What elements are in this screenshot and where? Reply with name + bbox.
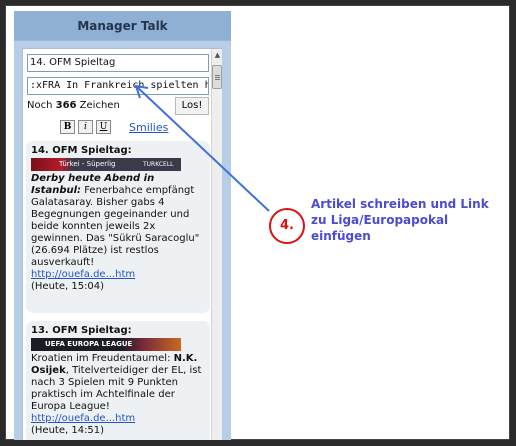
vertical-scrollbar[interactable]: ▲ <box>211 49 222 440</box>
news-post: 14. OFM Spieltag: Türkei - Süperlig TURK… <box>26 141 210 313</box>
post-link[interactable]: http://ouefa.de...htm <box>31 269 135 280</box>
panel-content: 14. OFM Spieltag :xFRA In Frankreich spi… <box>22 48 222 440</box>
post-link[interactable]: http://ouefa.de...htm <box>31 413 135 424</box>
post-heading: 14. OFM Spieltag: <box>31 145 132 156</box>
league-banner: Türkei - Süperlig TURKCELL Süper Lig <box>31 158 181 171</box>
post-time: (Heute, 14:51) <box>31 425 105 436</box>
bold-button[interactable]: B <box>60 120 75 134</box>
post-title-input[interactable]: 14. OFM Spieltag <box>27 54 209 72</box>
counter-prefix: Noch <box>27 100 56 111</box>
post-time: (Heute, 15:04) <box>31 281 105 292</box>
counter-suffix: Zeichen <box>76 100 120 111</box>
underline-button[interactable]: U <box>96 120 111 134</box>
submit-button[interactable]: Los! <box>175 97 209 115</box>
post-body: Fenerbahce empfängt Galatasaray. Bisher … <box>31 185 200 268</box>
banner-label: Türkei - Süperlig <box>59 160 116 168</box>
post-body-input[interactable]: :xFRA In Frankreich spielten he <box>27 77 209 95</box>
post-text: Kroatien im Freudentaumel: N.K. Osijek, … <box>31 353 205 413</box>
counter-number: 366 <box>55 100 77 111</box>
smilies-link[interactable]: Smilies <box>129 121 168 134</box>
screenshot-frame: Manager Talk 14. OFM Spieltag :xFRA In F… <box>0 0 516 446</box>
canvas: Manager Talk 14. OFM Spieltag :xFRA In F… <box>5 5 510 440</box>
italic-button[interactable]: i <box>78 120 93 134</box>
panel-title: Manager Talk <box>14 11 231 41</box>
league-banner: UEFA EUROPA LEAGUE <box>31 338 181 351</box>
banner-logo-text: TURKCELL Süper Lig <box>143 161 174 168</box>
annotation-text: Artikel schreiben und Link zu Liga/Europ… <box>311 197 489 243</box>
post-body-pre: Kroatien im Freudentaumel: <box>31 353 174 364</box>
post-text: Derby heute Abend in Istanbul: Fenerbahc… <box>31 173 205 269</box>
post-heading: 13. OFM Spieltag: <box>31 325 132 336</box>
step-number-badge: 4. <box>269 208 305 244</box>
scroll-up-icon[interactable]: ▲ <box>213 51 222 60</box>
scroll-thumb[interactable] <box>212 65 222 89</box>
manager-talk-panel: Manager Talk 14. OFM Spieltag :xFRA In F… <box>14 11 231 440</box>
banner-label: UEFA EUROPA LEAGUE <box>45 340 133 348</box>
char-counter: Noch 366 Zeichen <box>27 100 120 111</box>
news-post: 13. OFM Spieltag: UEFA EUROPA LEAGUE Kro… <box>26 321 210 440</box>
